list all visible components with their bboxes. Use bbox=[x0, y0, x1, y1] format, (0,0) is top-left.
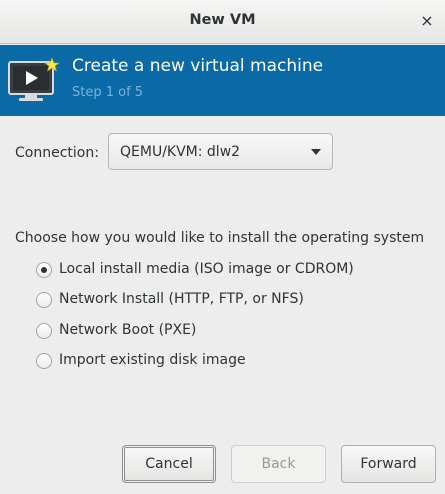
radio-button[interactable] bbox=[36, 292, 52, 308]
forward-button[interactable]: Forward bbox=[341, 445, 436, 483]
chevron-down-icon bbox=[311, 149, 321, 155]
radio-button[interactable] bbox=[36, 353, 52, 369]
radio-button[interactable] bbox=[36, 323, 52, 339]
banner-title: Create a new virtual machine bbox=[72, 56, 324, 76]
wizard-banner: Create a new virtual machine Step 1 of 5 bbox=[0, 45, 445, 116]
radio-button-checked[interactable] bbox=[36, 262, 52, 278]
connection-value: QEMU/KVM: dlw2 bbox=[120, 144, 241, 160]
close-icon[interactable]: × bbox=[417, 11, 437, 31]
connection-label: Connection: bbox=[15, 145, 99, 161]
monitor-play-icon bbox=[8, 57, 60, 101]
radio-label: Network Boot (PXE) bbox=[59, 322, 197, 338]
step-indicator: Step 1 of 5 bbox=[72, 85, 144, 100]
window-title: New VM bbox=[189, 12, 256, 28]
new-vm-dialog: New VM × Create a new virtual machine St… bbox=[0, 0, 445, 494]
install-method-prompt: Choose how you would like to install the… bbox=[15, 230, 425, 246]
radio-label: Local install media (ISO image or CDROM) bbox=[59, 261, 354, 277]
cancel-button[interactable]: Cancel bbox=[122, 445, 216, 483]
connection-dropdown[interactable]: QEMU/KVM: dlw2 bbox=[108, 133, 333, 170]
titlebar: New VM × bbox=[0, 0, 445, 44]
radio-label: Network Install (HTTP, FTP, or NFS) bbox=[59, 291, 304, 307]
back-button[interactable]: Back bbox=[231, 445, 326, 483]
radio-label: Import existing disk image bbox=[59, 352, 246, 368]
